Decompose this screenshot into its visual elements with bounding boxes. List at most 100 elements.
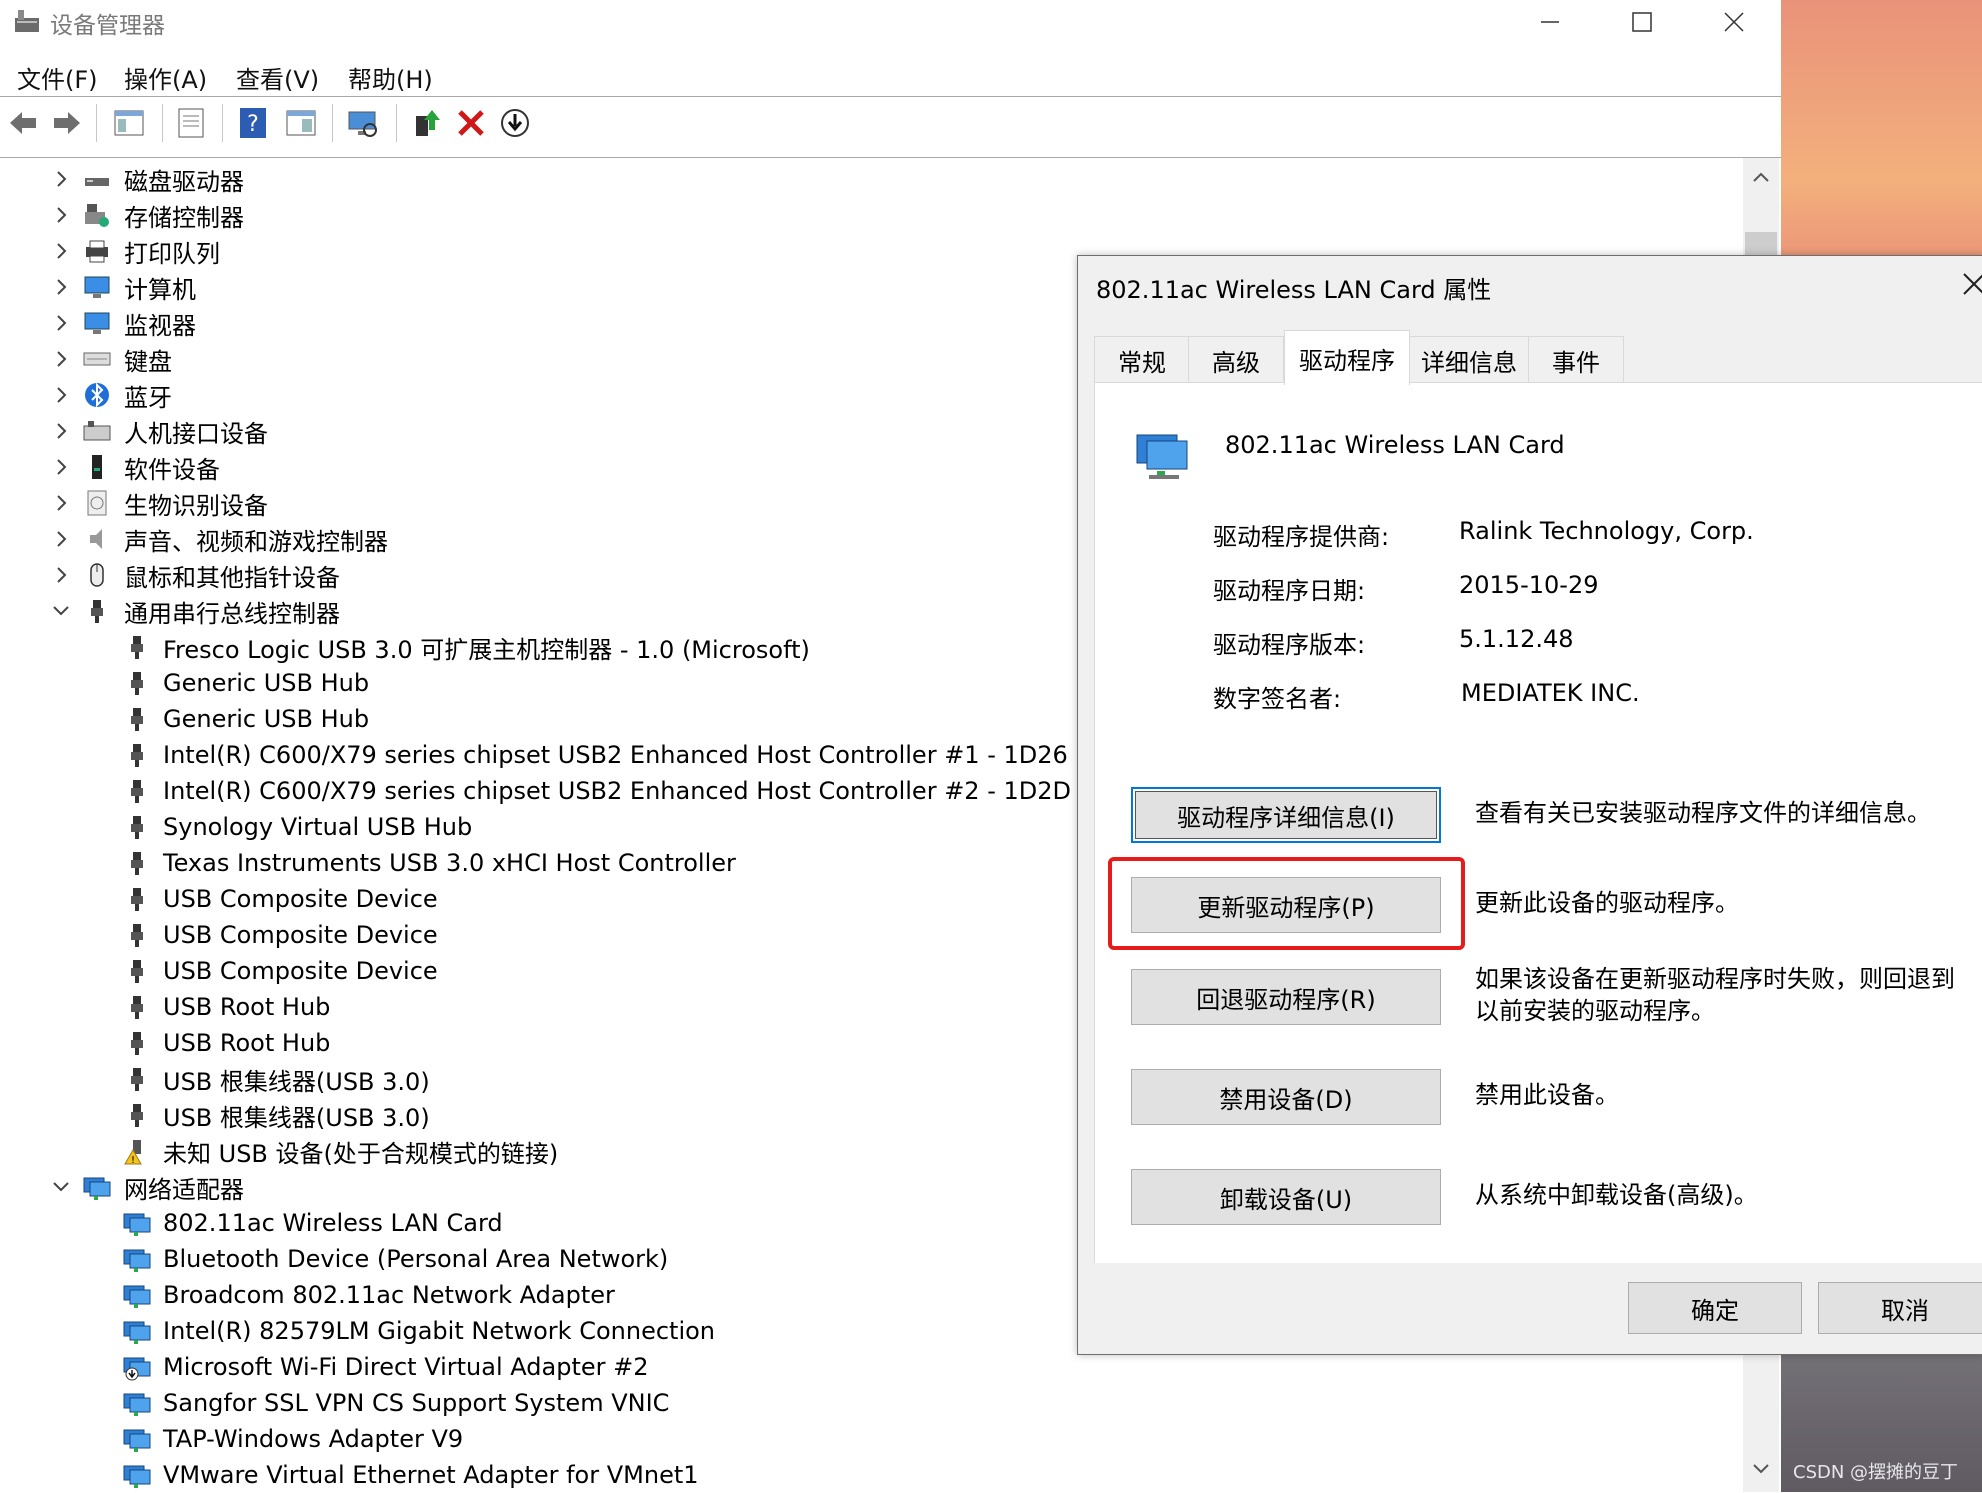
chevron-right-icon[interactable] — [52, 206, 70, 224]
tree-item[interactable]: Intel(R) C600/X79 series chipset USB2 En… — [163, 773, 1071, 809]
forward-arrow-icon[interactable] — [50, 106, 84, 140]
tree-toggle[interactable] — [50, 269, 72, 305]
tree-item[interactable]: Texas Instruments USB 3.0 xHCI Host Cont… — [163, 845, 736, 881]
tree-item[interactable]: Fresco Logic USB 3.0 可扩展主机控制器 - 1.0 (Mic… — [163, 629, 810, 665]
show-hide-tree-icon[interactable] — [112, 106, 146, 140]
view-action-icon[interactable] — [284, 106, 318, 140]
tree-item[interactable]: VMware Virtual Ethernet Adapter for VMne… — [163, 1457, 699, 1493]
chevron-right-icon[interactable] — [52, 350, 70, 368]
ok-button[interactable]: 确定 — [1628, 1282, 1802, 1334]
chevron-right-icon[interactable] — [52, 314, 70, 332]
tree-item[interactable]: Sangfor SSL VPN CS Support System VNIC — [163, 1385, 669, 1421]
tree-toggle[interactable] — [50, 449, 72, 485]
tree-item[interactable]: USB 根集线器(USB 3.0) — [163, 1061, 430, 1097]
tree-item[interactable]: Generic USB Hub — [163, 701, 369, 737]
tree-category[interactable]: 鼠标和其他指针设备 — [124, 557, 340, 593]
tree-toggle[interactable] — [50, 197, 72, 233]
cancel-button[interactable]: 取消 — [1818, 1282, 1982, 1334]
chevron-right-icon[interactable] — [52, 458, 70, 476]
tree-toggle[interactable] — [50, 341, 72, 377]
help-icon[interactable]: ? — [236, 106, 270, 140]
properties-icon[interactable] — [174, 106, 208, 140]
tree-item[interactable]: Bluetooth Device (Personal Area Network) — [163, 1241, 668, 1277]
menu-help[interactable]: 帮助(H) — [348, 60, 433, 95]
tree-toggle[interactable] — [50, 557, 72, 593]
chevron-right-icon[interactable] — [52, 278, 70, 296]
tree-item[interactable]: USB Composite Device — [163, 917, 438, 953]
tree-toggle[interactable] — [50, 161, 72, 197]
tree-category[interactable]: 网络适配器 — [124, 1169, 244, 1205]
tree-toggle[interactable] — [50, 377, 72, 413]
uninstall-icon[interactable] — [454, 106, 488, 140]
back-arrow-icon[interactable] — [6, 106, 40, 140]
network-adapter-icon — [123, 1285, 151, 1308]
tree-toggle[interactable] — [50, 485, 72, 521]
tree-item[interactable]: Intel(R) C600/X79 series chipset USB2 En… — [163, 737, 1068, 773]
chevron-right-icon[interactable] — [52, 422, 70, 440]
tree-toggle[interactable] — [50, 1169, 72, 1205]
minimize-button[interactable] — [1505, 0, 1595, 44]
chevron-down-icon[interactable] — [52, 602, 70, 620]
tree-item[interactable]: Microsoft Wi-Fi Direct Virtual Adapter #… — [163, 1349, 649, 1385]
chevron-right-icon[interactable] — [52, 530, 70, 548]
chevron-right-icon[interactable] — [52, 170, 70, 188]
tree-toggle[interactable] — [50, 413, 72, 449]
tree-category[interactable]: 人机接口设备 — [124, 413, 268, 449]
tree-item[interactable]: USB Root Hub — [163, 1025, 330, 1061]
tree-category[interactable]: 声音、视频和游戏控制器 — [124, 521, 388, 557]
tree-category[interactable]: 生物识别设备 — [124, 485, 268, 521]
tree-category[interactable]: 键盘 — [124, 341, 172, 377]
warning-icon: ! — [124, 1140, 142, 1166]
uninstall-device-button[interactable]: 卸载设备(U) — [1131, 1169, 1441, 1225]
tree-category[interactable]: 计算机 — [124, 269, 196, 305]
tree-item[interactable]: 802.11ac Wireless LAN Card — [163, 1205, 503, 1241]
tab-driver[interactable]: 驱动程序 — [1284, 330, 1410, 385]
tab-advanced[interactable]: 高级 — [1188, 336, 1284, 383]
tree-item[interactable]: Intel(R) 82579LM Gigabit Network Connect… — [163, 1313, 715, 1349]
tree-category[interactable]: 软件设备 — [124, 449, 220, 485]
chevron-right-icon[interactable] — [52, 566, 70, 584]
tree-item[interactable]: USB 根集线器(USB 3.0) — [163, 1097, 430, 1133]
tab-details[interactable]: 详细信息 — [1408, 336, 1530, 383]
tree-category[interactable]: 通用串行总线控制器 — [124, 593, 340, 629]
disable-device-icon[interactable] — [498, 106, 532, 140]
scan-hardware-icon[interactable] — [346, 106, 380, 140]
scroll-up-icon[interactable] — [1751, 170, 1771, 184]
tree-toggle[interactable] — [50, 521, 72, 557]
tree-item[interactable]: 未知 USB 设备(处于合规模式的链接) — [163, 1133, 558, 1169]
chevron-down-icon[interactable] — [52, 1178, 70, 1196]
tree-item[interactable]: USB Composite Device — [163, 953, 438, 989]
maximize-button[interactable] — [1597, 0, 1687, 44]
tree-item[interactable]: Synology Virtual USB Hub — [163, 809, 472, 845]
field-value-provider: Ralink Technology, Corp. — [1459, 517, 1754, 545]
tree-item[interactable]: Broadcom 802.11ac Network Adapter — [163, 1277, 615, 1313]
dialog-close-icon[interactable] — [1954, 260, 1982, 310]
tree-item[interactable]: TAP-Windows Adapter V9 — [163, 1421, 463, 1457]
close-button[interactable] — [1689, 0, 1779, 44]
tree-toggle[interactable] — [50, 593, 72, 629]
menu-action[interactable]: 操作(A) — [124, 60, 207, 95]
tree-toggle[interactable] — [50, 233, 72, 269]
field-label-provider: 驱动程序提供商: — [1213, 523, 1390, 551]
tree-category[interactable]: 磁盘驱动器 — [124, 161, 244, 197]
tree-category[interactable]: 监视器 — [124, 305, 196, 341]
menu-view[interactable]: 查看(V) — [236, 60, 319, 95]
tab-events[interactable]: 事件 — [1528, 336, 1624, 383]
rollback-driver-button[interactable]: 回退驱动程序(R) — [1131, 969, 1441, 1025]
disable-device-button[interactable]: 禁用设备(D) — [1131, 1069, 1441, 1125]
chevron-right-icon[interactable] — [52, 494, 70, 512]
tree-item[interactable]: Generic USB Hub — [163, 665, 369, 701]
tree-category[interactable]: 蓝牙 — [124, 377, 172, 413]
menu-file[interactable]: 文件(F) — [17, 60, 98, 95]
chevron-right-icon[interactable] — [52, 386, 70, 404]
chevron-right-icon[interactable] — [52, 242, 70, 260]
driver-details-button[interactable]: 驱动程序详细信息(I) — [1131, 787, 1441, 843]
tree-item[interactable]: USB Root Hub — [163, 989, 330, 1025]
tree-toggle[interactable] — [50, 305, 72, 341]
tree-item[interactable]: USB Composite Device — [163, 881, 438, 917]
scroll-down-icon[interactable] — [1751, 1462, 1771, 1476]
tree-category[interactable]: 存储控制器 — [124, 197, 244, 233]
tab-general[interactable]: 常规 — [1094, 336, 1190, 383]
update-driver-icon[interactable] — [410, 106, 444, 140]
tree-category[interactable]: 打印队列 — [124, 233, 220, 269]
